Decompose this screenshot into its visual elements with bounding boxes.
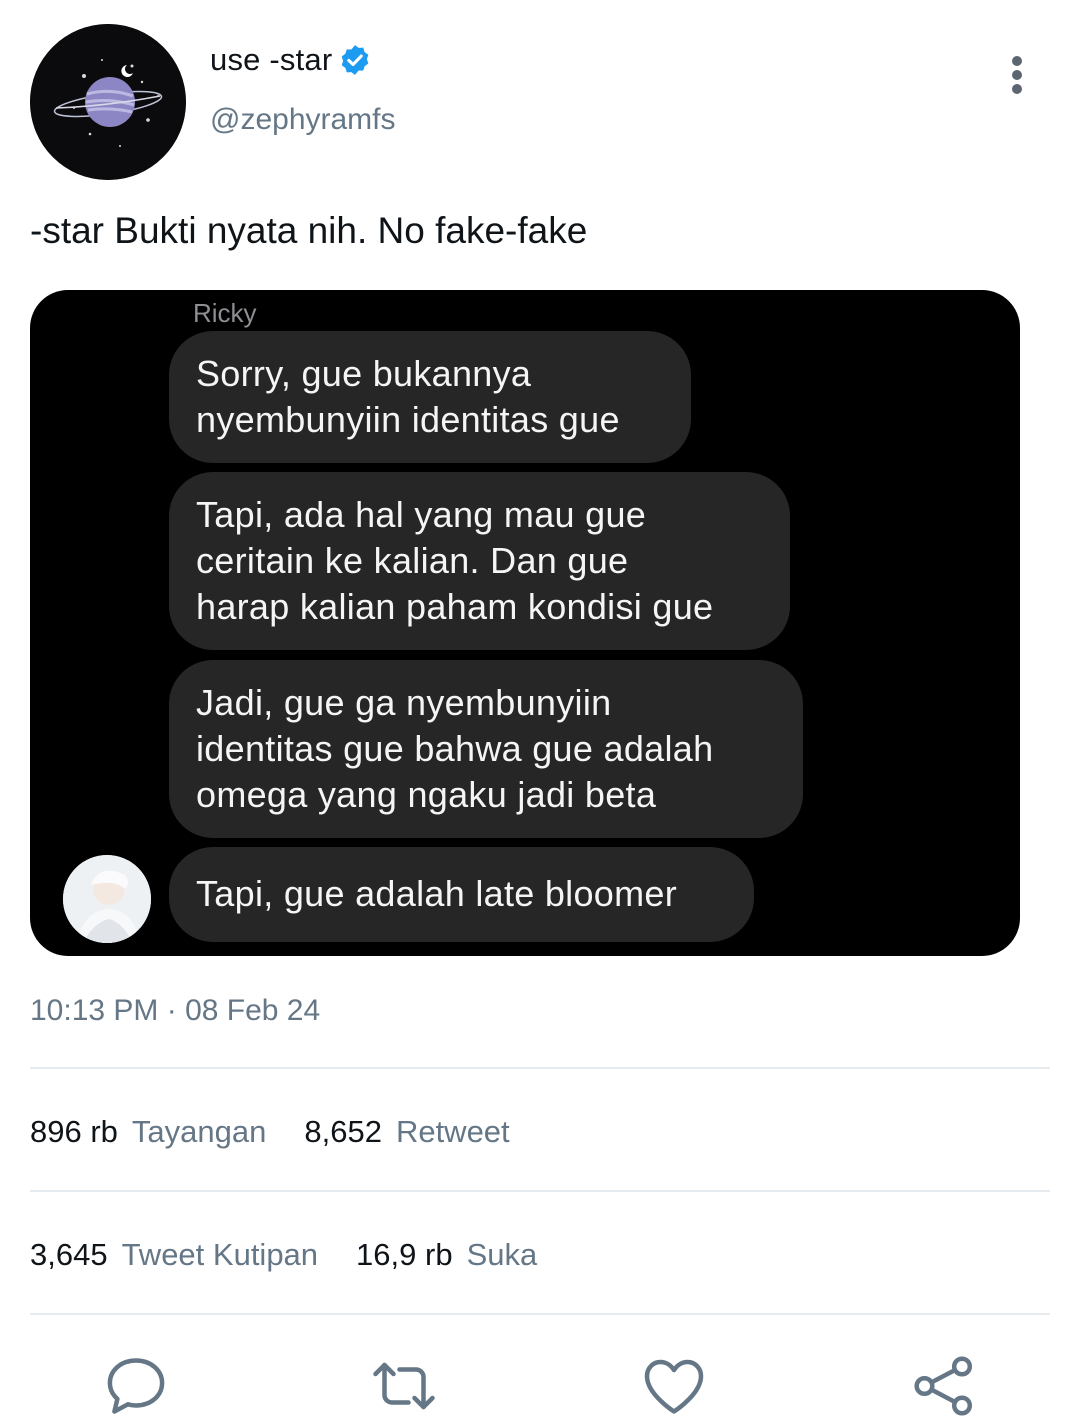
chat-line: harap kalian paham kondisi gue (196, 586, 714, 627)
chat-sender-name: Ricky (193, 298, 257, 328)
tweet-text: -star Bukti nyata nih. No fake-fake (30, 210, 588, 251)
retweet-icon[interactable] (368, 1350, 440, 1422)
likes-count: 16,9 rb (356, 1237, 453, 1272)
stats-row: 3,645 Tweet Kutipan 16,9 rb Suka (30, 1237, 575, 1273)
divider (30, 1190, 1050, 1192)
retweets-count: 8,652 (304, 1114, 382, 1149)
chat-line: Tapi, ada hal yang mau gue (196, 494, 647, 535)
tweet-media-image[interactable]: Ricky Sorry, gue bukannya nyembunyiin id… (30, 290, 1020, 956)
retweets-stat[interactable]: 8,652 Retweet (304, 1114, 509, 1150)
chat-line: Sorry, gue bukannya (196, 353, 532, 394)
more-options-icon[interactable] (1002, 52, 1032, 98)
chat-line: ceritain ke kalian. Dan gue (196, 540, 629, 581)
like-icon[interactable] (638, 1350, 710, 1422)
chat-line: nyembunyiin identitas gue (196, 399, 620, 440)
reply-icon[interactable] (100, 1350, 172, 1422)
chat-line: omega yang ngaku jadi beta (196, 774, 657, 815)
divider (30, 1067, 1050, 1069)
views-stat[interactable]: 896 rb Tayangan (30, 1114, 266, 1150)
stats-row: 896 rb Tayangan 8,652 Retweet (30, 1114, 548, 1150)
retweets-label: Retweet (395, 1114, 510, 1149)
likes-stat[interactable]: 16,9 rb Suka (356, 1237, 537, 1273)
tweet-timestamp[interactable]: 10:13 PM · 08 Feb 24 (30, 994, 320, 1028)
chat-bubble: Tapi, gue adalah late bloomer (169, 847, 754, 942)
quotes-count: 3,645 (30, 1237, 108, 1272)
chat-line: Tapi, gue adalah late bloomer (196, 873, 678, 914)
person-avatar-icon (63, 855, 151, 943)
action-bar (0, 1350, 1080, 1422)
display-name[interactable]: use -star (210, 42, 332, 78)
share-icon[interactable] (908, 1350, 980, 1422)
quotes-label: Tweet Kutipan (121, 1237, 319, 1272)
planet-avatar-icon (30, 24, 186, 180)
chat-line: identitas gue bahwa gue adalah (196, 728, 714, 769)
name-row: use -star (210, 42, 372, 78)
handle[interactable]: @zephyramfs (210, 103, 396, 137)
views-label: Tayangan (131, 1114, 267, 1149)
quotes-stat[interactable]: 3,645 Tweet Kutipan (30, 1237, 318, 1273)
chat-bubble: Tapi, ada hal yang mau gue ceritain ke k… (169, 472, 790, 650)
chat-bubble: Sorry, gue bukannya nyembunyiin identita… (169, 331, 691, 463)
views-count: 896 rb (30, 1114, 118, 1149)
likes-label: Suka (466, 1237, 538, 1272)
avatar[interactable] (30, 24, 186, 180)
chat-bubble: Jadi, gue ga nyembunyiin identitas gue b… (169, 660, 803, 838)
verified-badge-icon (342, 45, 369, 75)
chat-avatar (63, 855, 151, 943)
chat-line: Jadi, gue ga nyembunyiin (196, 682, 612, 723)
divider (30, 1313, 1050, 1315)
